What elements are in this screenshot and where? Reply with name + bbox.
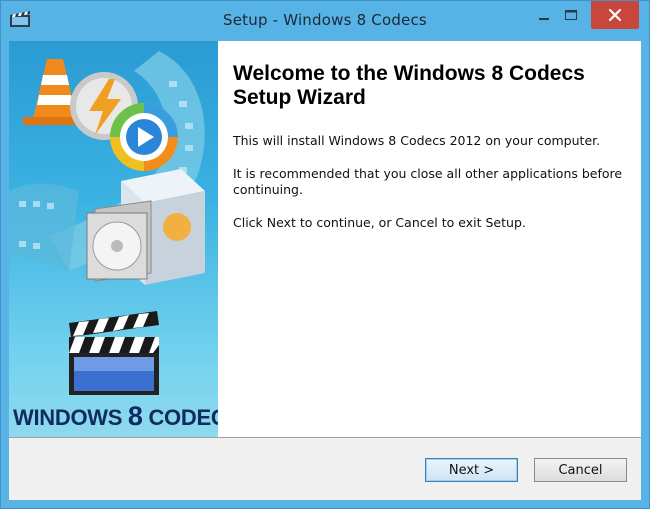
wizard-side-image: WINDOWS 8 CODECS <box>9 41 218 437</box>
maximize-icon <box>565 10 577 20</box>
maximize-button[interactable] <box>557 1 585 29</box>
setup-window: Setup - Windows 8 Codecs WINDOWS 8 CODE … <box>0 0 650 509</box>
brand-logo-text: WINDOWS 8 CODECS <box>13 401 218 432</box>
next-button[interactable]: Next > <box>425 458 518 482</box>
close-icon <box>608 8 622 22</box>
cancel-button[interactable]: Cancel <box>534 458 627 482</box>
minimize-button[interactable] <box>531 1 557 29</box>
close-apps-message: It is recommended that you close all oth… <box>233 166 623 197</box>
close-button[interactable] <box>591 1 639 29</box>
cd-box-icon <box>86 200 152 282</box>
button-separator <box>9 437 641 438</box>
media-player-icon <box>110 103 178 171</box>
page-title: Welcome to the Windows 8 Codecs Setup Wi… <box>233 62 585 109</box>
continue-instructions: Click Next to continue, or Cancel to exi… <box>233 215 526 230</box>
wizard-client-area: WINDOWS 8 CODECS Welcome to the Windows … <box>9 41 641 500</box>
brand-number: 8 <box>127 401 143 431</box>
brand-suffix: CODECS <box>148 405 218 430</box>
minimize-icon <box>539 18 549 20</box>
brand-prefix: WINDOWS <box>13 405 123 430</box>
title-bar[interactable]: Setup - Windows 8 Codecs <box>1 1 649 41</box>
install-message: This will install Windows 8 Codecs 2012 … <box>233 133 601 148</box>
wizard-content: Welcome to the Windows 8 Codecs Setup Wi… <box>218 41 641 437</box>
clapperboard-icon <box>69 311 159 395</box>
